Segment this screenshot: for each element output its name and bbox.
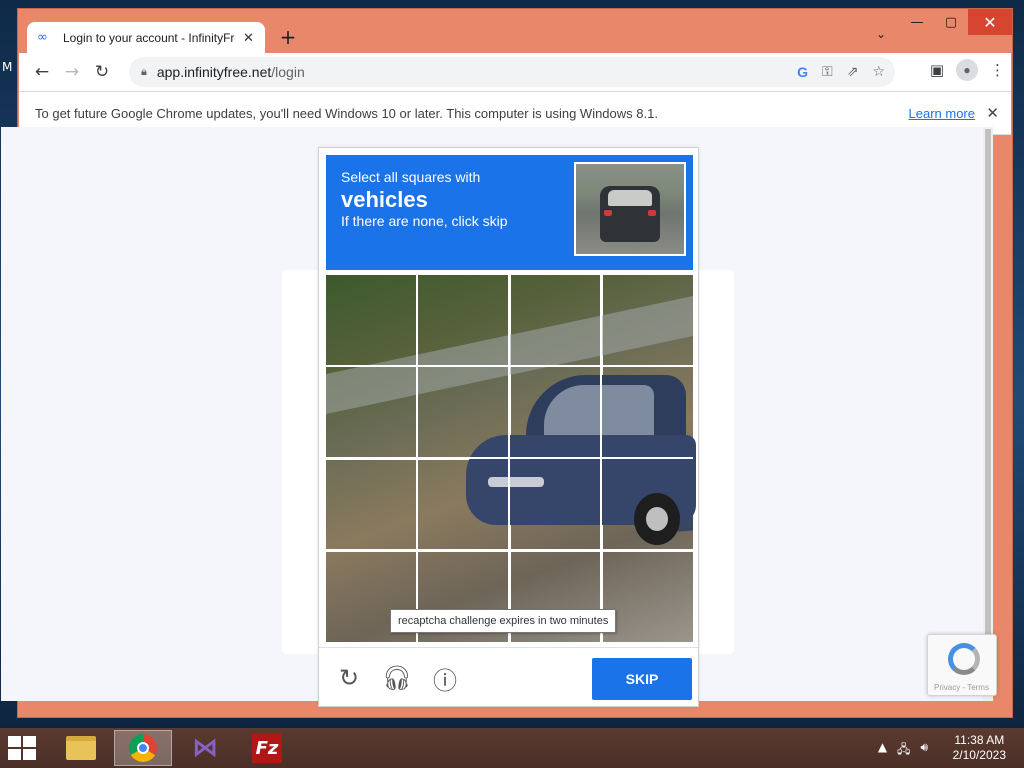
expiry-tooltip: recaptcha challenge expires in two minut… xyxy=(390,609,617,633)
address-bar[interactable]: 🔒︎ app.infinityfree.net/login G ⚿ ⇗ ☆ xyxy=(129,57,895,87)
grid-tile[interactable] xyxy=(417,366,510,459)
infobar-message: To get future Google Chrome updates, you… xyxy=(35,105,658,121)
close-window-button[interactable]: ✕ xyxy=(968,9,1012,35)
key-icon[interactable]: ⚿ xyxy=(822,63,833,81)
tab-title: Login to your account - InfinityFree xyxy=(63,31,235,45)
toolbar-right: ▣ ● ⋮ xyxy=(930,59,1005,81)
url-path: /login xyxy=(271,64,305,80)
back-button[interactable]: ← xyxy=(27,57,57,87)
browser-tab[interactable]: ∞ Login to your account - InfinityFree ✕ xyxy=(27,22,265,54)
profile-avatar[interactable]: ● xyxy=(956,59,978,81)
instruction-text: Select all squares with xyxy=(341,169,481,185)
maximize-button[interactable]: ▢ xyxy=(934,9,968,35)
file-explorer-taskbar-button[interactable] xyxy=(52,730,110,766)
recaptcha-challenge: Select all squares with vehicles If ther… xyxy=(318,147,699,707)
tab-close-icon[interactable]: ✕ xyxy=(243,31,254,46)
grid-tile[interactable] xyxy=(324,273,418,367)
new-tab-button[interactable]: + xyxy=(276,25,300,49)
side-panel-icon[interactable]: ▣ xyxy=(930,61,944,79)
forward-button[interactable]: → xyxy=(57,57,87,87)
recaptcha-badge[interactable]: Privacy - Terms xyxy=(927,634,997,696)
menu-icon[interactable]: ⋮ xyxy=(990,61,1005,79)
sample-image xyxy=(574,162,686,256)
info-icon[interactable]: ⓘ xyxy=(430,663,460,695)
vertical-scrollbar[interactable] xyxy=(983,127,993,701)
folder-icon xyxy=(66,736,96,760)
grid-tile[interactable] xyxy=(509,458,602,551)
grid-tile[interactable] xyxy=(324,458,418,551)
lock-icon[interactable]: 🔒︎ xyxy=(141,65,147,79)
show-hidden-icons-icon[interactable]: ▲ xyxy=(878,740,887,761)
reload-challenge-icon[interactable]: ↻ xyxy=(334,663,364,693)
grid-tile[interactable] xyxy=(417,458,510,551)
reload-button[interactable]: ↻ xyxy=(87,57,117,87)
desktop-icon-label[interactable]: M xyxy=(2,60,12,74)
clock-time: 11:38 AM xyxy=(954,733,1005,747)
infinity-icon: ∞ xyxy=(37,30,48,45)
bookmark-star-icon[interactable]: ☆ xyxy=(872,63,885,81)
taskbar: ⋈ Fz ▲ 🖧︎ 🔊︎ 11:38 AM 2/10/2023 xyxy=(0,728,1024,768)
chrome-taskbar-button[interactable] xyxy=(114,730,172,766)
chrome-icon xyxy=(129,734,157,762)
browser-toolbar: ← → ↻ 🔒︎ app.infinityfree.net/login G ⚿ … xyxy=(19,53,1011,91)
clock-date: 2/10/2023 xyxy=(952,748,1006,762)
url-text[interactable]: app.infinityfree.net/login xyxy=(157,64,305,80)
grid-tile[interactable] xyxy=(509,273,602,367)
challenge-header: Select all squares with vehicles If ther… xyxy=(326,155,693,270)
recaptcha-logo-icon xyxy=(948,643,980,675)
share-icon[interactable]: ⇗ xyxy=(847,63,859,81)
challenge-footer: ↻ 🎧︎ ⓘ SKIP xyxy=(319,647,698,706)
audio-challenge-icon[interactable]: 🎧︎ xyxy=(382,663,412,693)
target-object: vehicles xyxy=(341,187,428,212)
grid-tile[interactable] xyxy=(601,366,695,459)
learn-more-link[interactable]: Learn more xyxy=(909,106,975,121)
scroll-thumb[interactable] xyxy=(985,129,991,659)
start-button[interactable] xyxy=(8,736,38,762)
sample-car xyxy=(600,186,660,242)
infobar-close-icon[interactable]: ✕ xyxy=(986,104,999,122)
image-grid xyxy=(324,273,695,644)
filezilla-icon: Fz xyxy=(252,733,282,763)
visual-studio-icon: ⋈ xyxy=(192,733,218,763)
grid-tile[interactable] xyxy=(509,366,602,459)
network-icon[interactable]: 🖧︎ xyxy=(897,740,910,761)
grid-tile[interactable] xyxy=(601,273,695,367)
minimize-button[interactable]: — xyxy=(900,9,934,35)
grid-tile[interactable] xyxy=(417,273,510,367)
clock[interactable]: 11:38 AM 2/10/2023 xyxy=(953,733,1006,763)
google-lens-icon[interactable]: G xyxy=(797,63,808,81)
filezilla-taskbar-button[interactable]: Fz xyxy=(238,730,296,766)
grid-tile[interactable] xyxy=(601,458,695,551)
volume-icon[interactable]: 🔊︎ xyxy=(920,740,928,761)
badge-links[interactable]: Privacy - Terms xyxy=(934,683,989,692)
visual-studio-taskbar-button[interactable]: ⋈ xyxy=(176,730,234,766)
skip-button[interactable]: SKIP xyxy=(592,658,692,700)
system-tray: ▲ 🖧︎ 🔊︎ xyxy=(878,740,928,761)
url-host: app.infinityfree.net xyxy=(156,64,272,80)
tab-search-button[interactable]: ⌄ xyxy=(876,27,886,41)
omnibox-actions: G ⚿ ⇗ ☆ xyxy=(797,63,885,81)
grid-tile[interactable] xyxy=(324,366,418,459)
window-controls: — ▢ ✕ xyxy=(900,9,1012,35)
instruction-skip-text: If there are none, click skip xyxy=(341,213,508,229)
